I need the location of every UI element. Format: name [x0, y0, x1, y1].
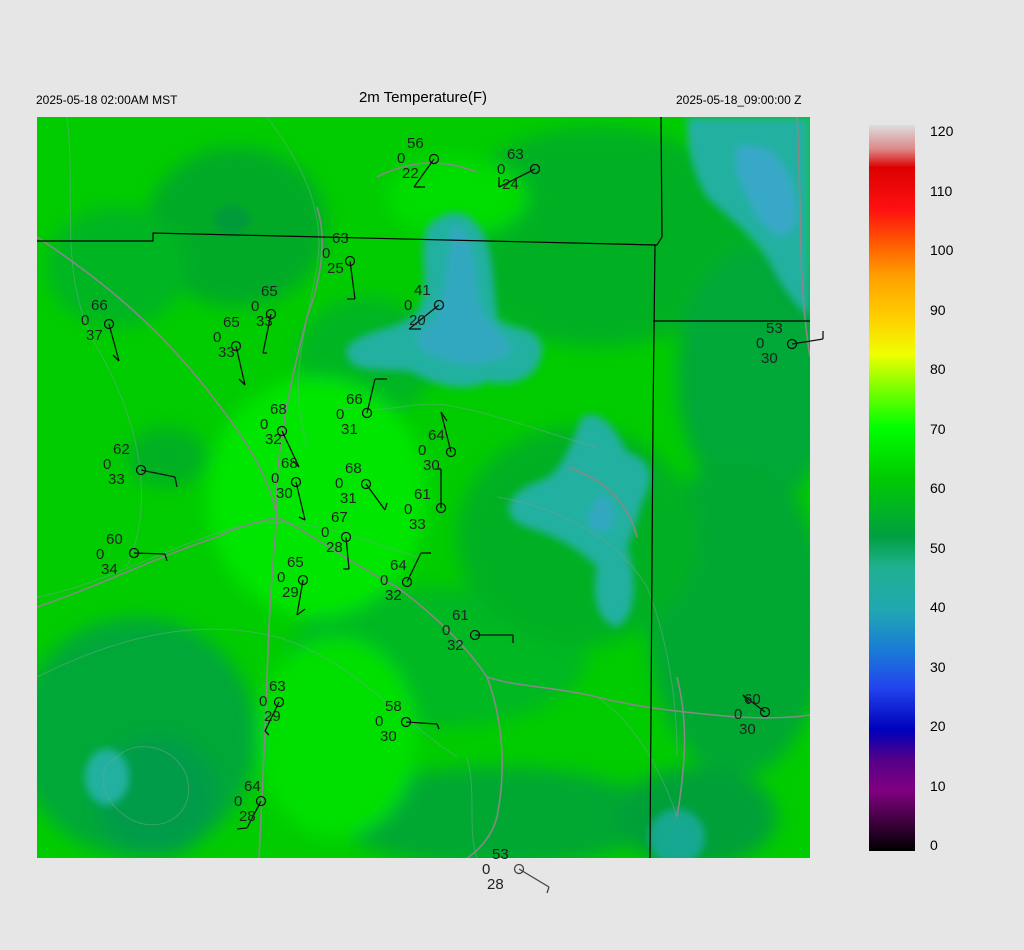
- colorbar-tick-label: 50: [930, 539, 946, 556]
- station-temperature: 67: [331, 509, 348, 526]
- station-dewpoint: 33: [108, 471, 125, 488]
- temperature-map[interactable]: 56 0 22 63 0 24 63 0 25 41 0 20 66 0 37 65 0 33 65 0 33 53 0 30…: [37, 117, 824, 894]
- colorbar-tick-label: 60: [930, 480, 946, 496]
- station-temperature: 65: [223, 314, 240, 331]
- wind-barb-feather: [546, 886, 550, 894]
- station-dewpoint: 28: [239, 808, 256, 825]
- station-dewpoint: 32: [385, 587, 402, 604]
- colorbar-tick-label: 120: [930, 123, 954, 139]
- colorbar-tick-label: 110: [930, 182, 953, 199]
- station-temperature: 65: [261, 283, 278, 300]
- station-dewpoint: 25: [327, 260, 344, 277]
- colorbar-tick-label: 20: [930, 718, 946, 734]
- station-temperature: 65: [287, 554, 304, 571]
- station-temperature: 64: [428, 427, 445, 444]
- station-temperature: 66: [346, 391, 363, 408]
- colorbar-tick-label: 70: [930, 420, 946, 437]
- wind-barb-staff: [518, 868, 550, 888]
- station-temperature: 68: [281, 455, 298, 472]
- station-dewpoint: 33: [256, 313, 273, 330]
- station-dewpoint: 31: [341, 421, 358, 438]
- station-dewpoint: 30: [380, 728, 397, 745]
- station-dewpoint: 30: [761, 350, 778, 367]
- station-dewpoint: 37: [86, 327, 103, 344]
- station-dewpoint: 32: [265, 431, 282, 448]
- station-dewpoint: 20: [409, 312, 426, 329]
- station-dewpoint: 22: [402, 165, 419, 182]
- colorbar-tick-label: 0: [930, 837, 938, 853]
- map-canvas: 5602263024630254102066037650336503353030…: [37, 117, 824, 894]
- station-temperature: 68: [345, 460, 362, 477]
- station-temperature: 66: [91, 297, 108, 314]
- colorbar-tick-label: 30: [930, 658, 946, 675]
- colorbar-tick-label: 90: [930, 301, 946, 318]
- station-temperature: 53: [492, 846, 509, 863]
- station-dewpoint: 33: [409, 516, 426, 533]
- station-dewpoint: 24: [502, 176, 519, 193]
- utc-time-label: 2025-05-18_09:00:00 Z: [676, 93, 802, 107]
- station-dewpoint: 33: [218, 344, 235, 361]
- station-temperature: 56: [407, 135, 424, 152]
- station-temperature: 53: [766, 320, 783, 337]
- station-temperature: 63: [332, 230, 349, 247]
- station-dewpoint: 30: [276, 485, 293, 502]
- station-dewpoint: 34: [101, 561, 118, 578]
- station-temperature: 61: [414, 486, 431, 503]
- station-temperature: 64: [390, 557, 407, 574]
- station-temperature: 61: [452, 607, 469, 624]
- station-dewpoint: 29: [282, 584, 299, 601]
- station-temperature: 41: [414, 282, 431, 299]
- temperature-colorbar: [869, 125, 915, 851]
- station-temperature: 64: [244, 778, 261, 795]
- station-dewpoint: 28: [487, 876, 504, 893]
- colorbar-tick-label: 40: [930, 599, 946, 615]
- station-dewpoint: 28: [326, 539, 343, 556]
- station-dewpoint: 30: [739, 721, 756, 738]
- station-temperature: 63: [507, 146, 524, 163]
- station-dewpoint: 29: [264, 708, 281, 725]
- colorbar-tick-label: 10: [930, 777, 946, 794]
- station-temperature: 60: [744, 691, 761, 708]
- station-temperature: 62: [113, 441, 130, 458]
- station-temperature: 63: [269, 678, 286, 695]
- station-dewpoint: 32: [447, 637, 464, 654]
- colorbar-gradient: [869, 125, 915, 851]
- station-temperature: 58: [385, 698, 402, 715]
- station-dewpoint: 30: [423, 457, 440, 474]
- station-temperature: 68: [270, 401, 287, 418]
- colorbar-tick-label: 80: [930, 361, 946, 377]
- station-temperature: 60: [106, 531, 123, 548]
- station-dewpoint: 31: [340, 490, 357, 507]
- colorbar-tick-label: 100: [930, 242, 954, 258]
